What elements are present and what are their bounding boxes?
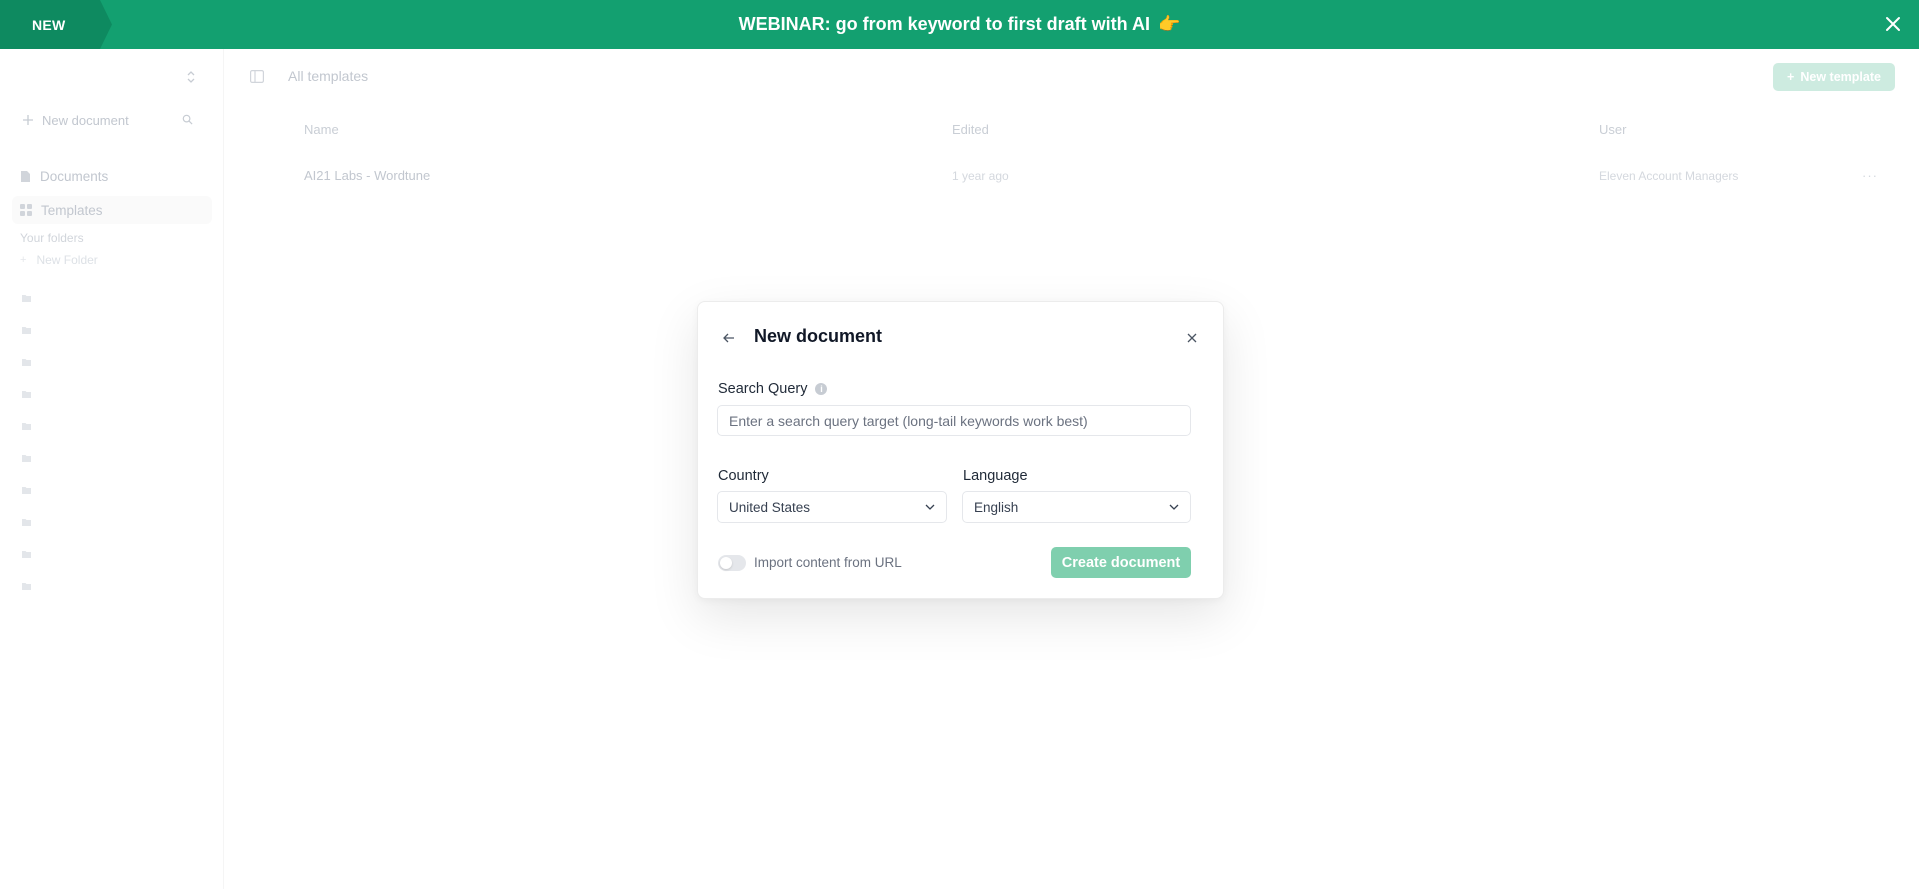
workspace-switcher[interactable]	[186, 70, 196, 89]
folder-item[interactable]	[22, 385, 162, 403]
back-button[interactable]	[720, 329, 738, 347]
new-badge: NEW	[0, 0, 112, 49]
toggle-knob	[720, 557, 732, 569]
search-query-input[interactable]	[717, 405, 1191, 436]
new-template-button[interactable]: + New template	[1773, 63, 1895, 91]
folder-icon	[22, 583, 31, 590]
import-url-label: Import content from URL	[754, 555, 902, 570]
folder-icon	[22, 423, 31, 430]
folder-item[interactable]	[22, 513, 162, 531]
column-header-user[interactable]: User	[1599, 122, 1626, 137]
folder-icon	[22, 359, 31, 366]
pointing-hand-icon: 👉	[1157, 14, 1181, 34]
new-folder-button[interactable]: + New Folder	[20, 253, 98, 267]
banner-text: WEBINAR: go from keyword to first draft …	[738, 14, 1150, 34]
language-select[interactable]: English	[962, 491, 1191, 523]
folder-icon	[22, 519, 31, 526]
new-document-button[interactable]: New document	[16, 107, 202, 133]
banner-message[interactable]: WEBINAR: go from keyword to first draft …	[739, 14, 1181, 35]
sidebar-item-templates[interactable]: Templates	[12, 196, 212, 224]
info-icon[interactable]: i	[815, 383, 828, 395]
folder-icon	[22, 327, 31, 334]
search-query-label-row: Search Query i	[718, 381, 828, 397]
chevron-down-icon	[925, 504, 935, 510]
sidebar-toggle-icon	[250, 70, 265, 84]
folder-item[interactable]	[22, 449, 162, 467]
sidebar: New document Documents Templates Your fo…	[0, 49, 224, 889]
promo-banner[interactable]: NEW WEBINAR: go from keyword to first dr…	[0, 0, 1919, 49]
new-document-modal: New document Search Query i Country Unite…	[697, 301, 1224, 599]
sidebar-item-documents[interactable]: Documents	[12, 162, 212, 190]
chevron-down-icon	[1169, 504, 1179, 510]
close-banner-button[interactable]	[1879, 10, 1907, 38]
column-header-name[interactable]: Name	[304, 122, 339, 137]
new-folder-label: New Folder	[36, 253, 98, 267]
language-label: Language	[963, 468, 1028, 484]
chevron-up-down-icon	[187, 71, 195, 83]
create-document-button[interactable]: Create document	[1051, 547, 1191, 578]
new-document-label: New document	[42, 112, 129, 128]
close-modal-button[interactable]	[1183, 329, 1201, 347]
country-select[interactable]: United States	[717, 491, 947, 523]
column-header-edited[interactable]: Edited	[952, 122, 989, 137]
sidebar-item-label: Templates	[41, 202, 103, 218]
import-url-toggle[interactable]	[718, 555, 746, 571]
folder-icon	[22, 487, 31, 494]
sidebar-item-label: Documents	[40, 168, 109, 184]
close-icon	[1187, 333, 1197, 343]
template-user: Eleven Account Managers	[1599, 169, 1739, 183]
page-title: All templates	[288, 68, 369, 84]
arrow-left-icon	[723, 333, 734, 343]
search-query-label: Search Query	[718, 381, 808, 397]
template-edited: 1 year ago	[952, 169, 1009, 183]
folder-icon	[22, 551, 31, 558]
folder-item[interactable]	[22, 481, 162, 499]
folder-item[interactable]	[22, 289, 162, 307]
folder-icon	[22, 391, 31, 398]
folder-item[interactable]	[22, 417, 162, 435]
folders-heading: Your folders	[20, 231, 84, 245]
row-more-button[interactable]: ···	[1862, 168, 1878, 183]
new-template-label: New template	[1800, 70, 1881, 84]
folder-item[interactable]	[22, 545, 162, 563]
close-icon	[1886, 17, 1900, 31]
grid-icon	[20, 204, 32, 216]
folder-item[interactable]	[22, 353, 162, 371]
country-value: United States	[729, 499, 811, 515]
folder-icon	[22, 295, 31, 302]
folder-item[interactable]	[22, 577, 162, 595]
file-icon	[21, 170, 30, 182]
search-icon	[182, 114, 193, 125]
country-label: Country	[718, 468, 769, 484]
plus-icon: +	[20, 254, 27, 266]
folder-icon	[22, 455, 31, 462]
toggle-sidebar-button[interactable]	[250, 70, 265, 88]
plus-icon	[23, 115, 33, 125]
modal-title: New document	[754, 326, 883, 346]
folder-item[interactable]	[22, 321, 162, 339]
plus-icon: +	[1787, 70, 1795, 84]
search-button[interactable]	[182, 112, 193, 130]
template-name[interactable]: AI21 Labs - Wordtune	[304, 168, 430, 183]
language-value: English	[974, 499, 1019, 515]
